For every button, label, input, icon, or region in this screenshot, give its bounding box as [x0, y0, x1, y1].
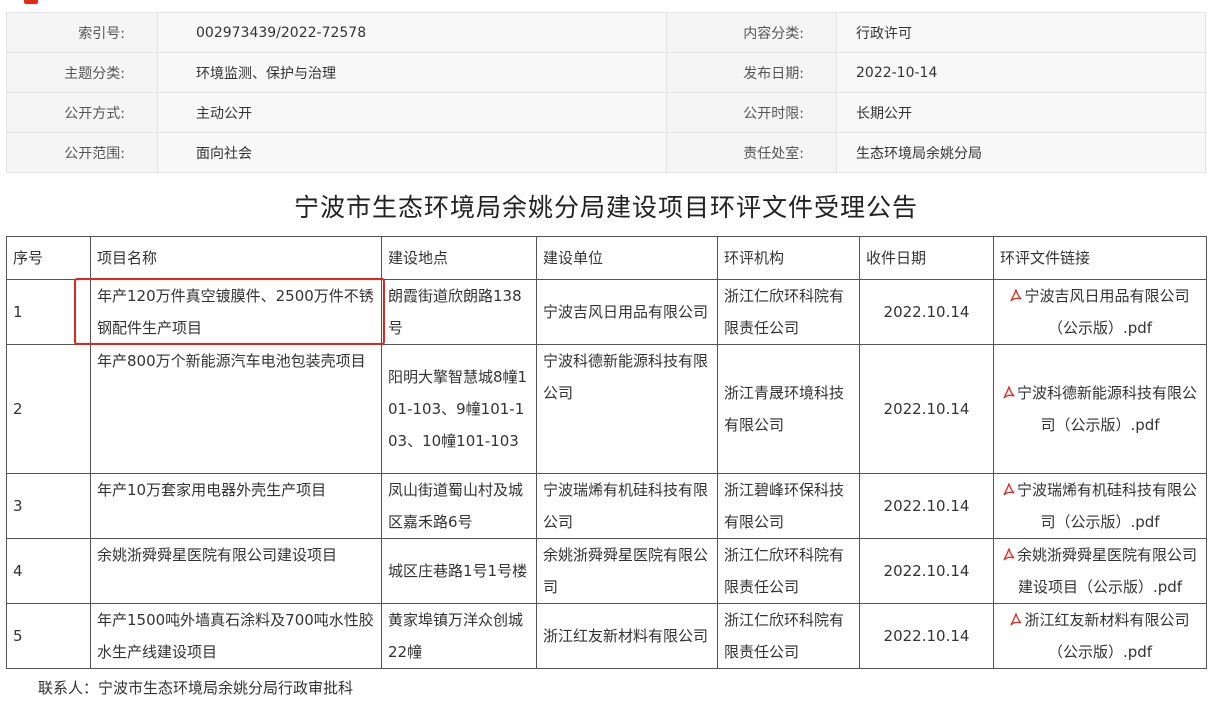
row-number: 1 — [6, 279, 91, 345]
disclosure-scope-value: 面向社会 — [157, 132, 667, 173]
row-number: 3 — [6, 473, 91, 539]
eia-agency: 浙江仁欣环科院有限责任公司 — [717, 538, 860, 604]
disclosure-period-value: 长期公开 — [836, 92, 1206, 133]
eia-agency: 浙江仁欣环科院有限责任公司 — [717, 279, 860, 345]
table-header-row: 序号 项目名称 建设地点 建设单位 环评机构 收件日期 环评文件链接 — [6, 236, 1207, 280]
pdf-icon — [1010, 613, 1022, 626]
disclosure-method-value: 主动公开 — [157, 92, 667, 133]
column-header: 建设单位 — [536, 236, 718, 280]
project-name: 余姚浙舜舜星医院有限公司建设项目 — [90, 538, 382, 604]
project-name: 年产1500吨外墙真石涂料及700吨水性胶水生产线建设项目 — [90, 603, 382, 669]
eia-file-link[interactable]: 浙江红友新材料有限公司（公示版）.pdf — [993, 603, 1207, 669]
pdf-icon — [1003, 483, 1015, 496]
metadata-row: 公开方式: 主动公开 公开时限: 长期公开 — [6, 92, 1206, 133]
column-header: 环评机构 — [717, 236, 860, 280]
table-row: 1 年产120万件真空镀膜件、2500万件不锈钢配件生产项目 朗霞街道欣朗路13… — [6, 279, 1207, 345]
metadata-row: 索引号: 002973439/2022-72578 内容分类: 行政许可 — [6, 12, 1206, 53]
row-number: 5 — [6, 603, 91, 669]
disclosure-scope-label: 公开范围: — [6, 132, 158, 173]
publish-date-value: 2022-10-14 — [836, 52, 1206, 93]
topic-label: 主题分类: — [6, 52, 158, 93]
received-date: 2022.10.14 — [859, 538, 994, 604]
pdf-icon — [1003, 386, 1015, 399]
project-name: 年产800万个新能源汽车电池包装壳项目 — [90, 344, 382, 474]
project-location: 朗霞街道欣朗路138号 — [381, 279, 537, 345]
eia-file-link-text[interactable]: 浙江红友新材料有限公司（公示版）.pdf — [1024, 611, 1189, 661]
contact-info: 联系人：宁波市生态环境局余姚分局行政审批科 — [38, 679, 354, 697]
publish-date-label: 发布日期: — [666, 52, 837, 93]
page-title: 宁波市生态环境局余姚分局建设项目环评文件受理公告 — [293, 193, 918, 222]
row-number: 4 — [6, 538, 91, 604]
eia-agency: 浙江青晟环境科技有限公司 — [717, 344, 860, 474]
index-value: 002973439/2022-72578 — [157, 12, 667, 53]
received-date: 2022.10.14 — [859, 279, 994, 345]
eia-agency: 浙江仁欣环科院有限责任公司 — [717, 603, 860, 669]
metadata-row: 主题分类: 环境监测、保护与治理 发布日期: 2022-10-14 — [6, 52, 1206, 93]
received-date: 2022.10.14 — [859, 603, 994, 669]
eia-file-link[interactable]: 宁波科德新能源科技有限公司（公示版）.pdf — [993, 344, 1207, 474]
pdf-icon — [1010, 289, 1022, 302]
column-header: 收件日期 — [859, 236, 994, 280]
eia-file-link-text[interactable]: 宁波吉风日用品有限公司（公示版）.pdf — [1024, 287, 1189, 337]
metadata-row: 公开范围: 面向社会 责任处室: 生态环境局余姚分局 — [6, 132, 1206, 173]
pdf-icon — [1003, 548, 1015, 561]
construction-unit: 浙江红友新材料有限公司 — [536, 603, 718, 669]
project-location: 阳明大擎智慧城8幢101-103、9幢101-103、10幢101-103 — [381, 344, 537, 474]
eia-file-link-text[interactable]: 宁波科德新能源科技有限公司（公示版）.pdf — [1017, 384, 1197, 434]
project-table: 序号 项目名称 建设地点 建设单位 环评机构 收件日期 环评文件链接 1 年产1… — [6, 236, 1207, 669]
row-number: 2 — [6, 344, 91, 474]
responsible-office-value: 生态环境局余姚分局 — [836, 132, 1206, 173]
location-icon — [24, 0, 38, 4]
metadata-table: 索引号: 002973439/2022-72578 内容分类: 行政许可 主题分… — [6, 12, 1206, 173]
eia-file-link[interactable]: 余姚浙舜舜星医院有限公司建设项目（公示版）.pdf — [993, 538, 1207, 604]
table-row: 4 余姚浙舜舜星医院有限公司建设项目 城区庄巷路1号1号楼 余姚浙舜舜星医院有限… — [6, 538, 1207, 604]
content-category-label: 内容分类: — [666, 12, 837, 53]
column-header: 项目名称 — [90, 236, 382, 280]
table-row: 2 年产800万个新能源汽车电池包装壳项目 阳明大擎智慧城8幢101-103、9… — [6, 344, 1207, 474]
eia-agency: 浙江碧峰环保科技有限公司 — [717, 473, 860, 539]
topic-value: 环境监测、保护与治理 — [157, 52, 667, 93]
eia-file-link-text[interactable]: 宁波瑞烯有机硅科技有限公司（公示版）.pdf — [1017, 481, 1197, 531]
construction-unit: 宁波瑞烯有机硅科技有限公司 — [536, 473, 718, 539]
construction-unit: 余姚浙舜舜星医院有限公司 — [536, 538, 718, 604]
disclosure-method-label: 公开方式: — [6, 92, 158, 133]
table-row: 5 年产1500吨外墙真石涂料及700吨水性胶水生产线建设项目 黄家埠镇万洋众创… — [6, 603, 1207, 669]
column-header: 环评文件链接 — [993, 236, 1207, 280]
eia-file-link-text[interactable]: 余姚浙舜舜星医院有限公司建设项目（公示版）.pdf — [1017, 546, 1197, 596]
column-header: 建设地点 — [381, 236, 537, 280]
project-location: 城区庄巷路1号1号楼 — [381, 538, 537, 604]
responsible-office-label: 责任处室: — [666, 132, 837, 173]
table-row: 3 年产10万套家用电器外壳生产项目 凤山街道蜀山村及城区嘉禾路6号 宁波瑞烯有… — [6, 473, 1207, 539]
index-label: 索引号: — [6, 12, 158, 53]
content-category-value: 行政许可 — [836, 12, 1206, 53]
breadcrumb — [0, 0, 1228, 6]
received-date: 2022.10.14 — [859, 344, 994, 474]
construction-unit: 宁波科德新能源科技有限公司 — [536, 344, 718, 474]
eia-file-link[interactable]: 宁波吉风日用品有限公司（公示版）.pdf — [993, 279, 1207, 345]
disclosure-period-label: 公开时限: — [666, 92, 837, 133]
project-location: 黄家埠镇万洋众创城22幢 — [381, 603, 537, 669]
eia-file-link[interactable]: 宁波瑞烯有机硅科技有限公司（公示版）.pdf — [993, 473, 1207, 539]
construction-unit: 宁波吉风日用品有限公司 — [536, 279, 718, 345]
project-name: 年产10万套家用电器外壳生产项目 — [90, 473, 382, 539]
received-date: 2022.10.14 — [859, 473, 994, 539]
project-name: 年产120万件真空镀膜件、2500万件不锈钢配件生产项目 — [90, 279, 382, 345]
column-header: 序号 — [6, 236, 91, 280]
project-location: 凤山街道蜀山村及城区嘉禾路6号 — [381, 473, 537, 539]
